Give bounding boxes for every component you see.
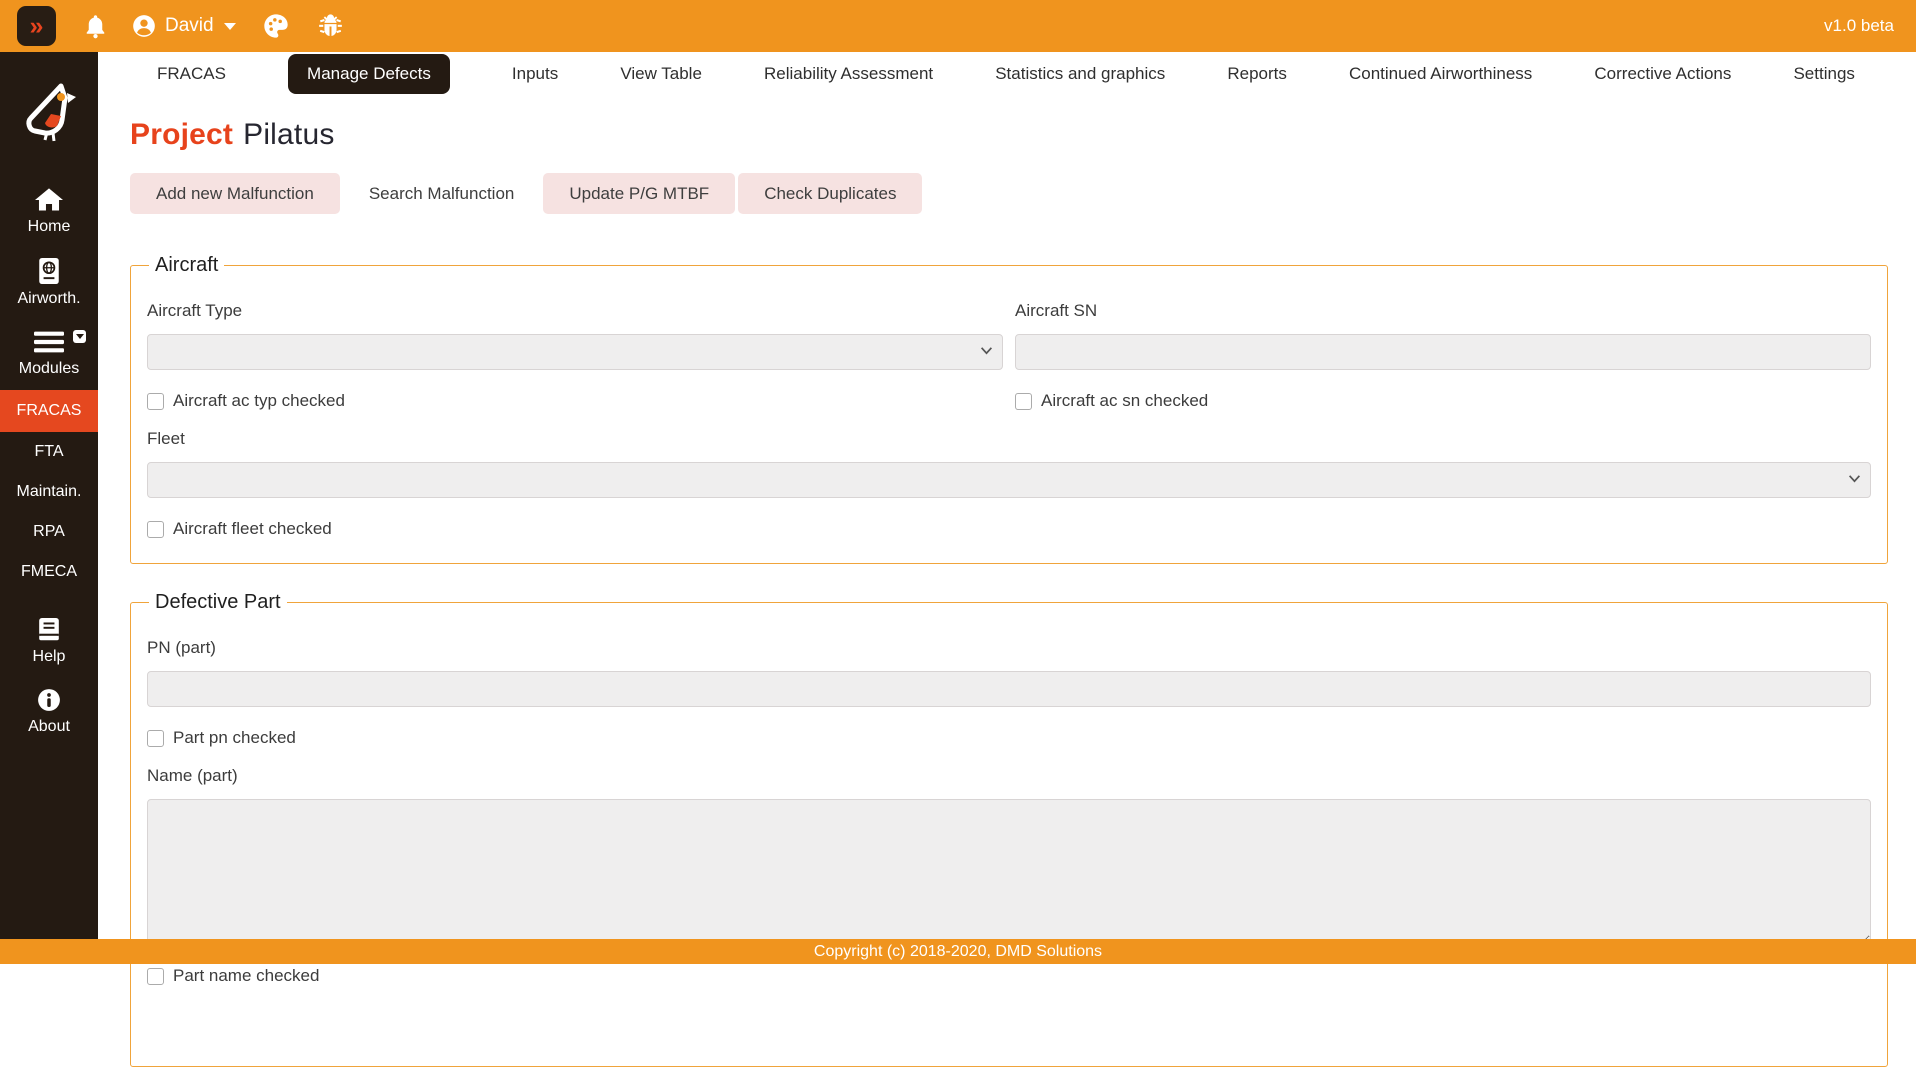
tab-update-pg-mtbf[interactable]: Update P/G MTBF	[543, 173, 735, 214]
sidebar-item-modules[interactable]: Modules	[0, 320, 98, 390]
part-pn-label: PN (part)	[147, 638, 1871, 658]
sidebar-item-label: FMECA	[21, 563, 77, 581]
app-logo[interactable]	[0, 52, 98, 178]
part-pn-checkbox-label: Part pn checked	[173, 728, 296, 748]
aircraft-fleet-checkbox-label: Aircraft fleet checked	[173, 519, 332, 539]
part-pn-checkbox[interactable]	[147, 730, 164, 747]
tab-search-malfunction[interactable]: Search Malfunction	[343, 173, 541, 214]
footer-copyright: Copyright (c) 2018-2020, DMD Solutions	[814, 943, 1102, 961]
page-title-prefix: Project	[130, 118, 233, 151]
sidebar: Home Airworth. Modules FRACAS	[0, 52, 98, 940]
sidebar-item-label: About	[28, 718, 70, 736]
nav-item-manage-defects[interactable]: Manage Defects	[288, 54, 450, 94]
nav-item-fracas[interactable]: FRACAS	[157, 64, 226, 84]
part-name-checkbox-label: Part name checked	[173, 966, 319, 986]
aircraft-type-field: Aircraft Type	[147, 283, 1003, 370]
page-title: Project Pilatus	[130, 118, 1888, 152]
top-bar: » David	[0, 0, 1916, 52]
nav-item-reports[interactable]: Reports	[1227, 64, 1287, 84]
nav-item-continued-airworthiness[interactable]: Continued Airworthiness	[1349, 64, 1532, 84]
fleet-select[interactable]	[147, 462, 1871, 498]
passport-icon	[38, 258, 60, 284]
user-avatar-icon	[131, 13, 157, 39]
fleet-field: Fleet	[147, 411, 1871, 498]
home-icon	[35, 188, 63, 212]
module-nav: FRACAS Manage Defects Inputs View Table …	[98, 52, 1916, 96]
defective-part-section: Defective Part PN (part) Part pn checked…	[130, 591, 1888, 1067]
part-pn-checked-row: Part pn checked	[147, 728, 1871, 748]
fleet-label: Fleet	[147, 429, 1871, 449]
user-menu[interactable]: David	[131, 13, 236, 39]
nav-item-corrective-actions[interactable]: Corrective Actions	[1594, 64, 1731, 84]
aircraft-type-checked-row: Aircraft ac typ checked	[147, 391, 1003, 411]
sidebar-item-airworthiness[interactable]: Airworth.	[0, 248, 98, 320]
debug-bug-icon[interactable]	[316, 12, 345, 41]
aircraft-type-label: Aircraft Type	[147, 301, 1003, 321]
info-icon	[37, 688, 61, 712]
nav-item-settings[interactable]: Settings	[1793, 64, 1854, 84]
nav-item-statistics-and-graphics[interactable]: Statistics and graphics	[995, 64, 1165, 84]
sidebar-item-label: Help	[33, 648, 66, 666]
aircraft-fleet-checkbox[interactable]	[147, 521, 164, 538]
aircraft-fleet-checked-row: Aircraft fleet checked	[147, 519, 1871, 539]
sidebar-item-fta[interactable]: FTA	[0, 432, 98, 472]
aircraft-type-checkbox-label: Aircraft ac typ checked	[173, 391, 345, 411]
part-name-field: Name (part)	[147, 766, 1871, 945]
menu-icon	[34, 330, 64, 354]
sidebar-item-fmeca[interactable]: FMECA	[0, 552, 98, 592]
part-name-textarea[interactable]	[147, 799, 1871, 945]
nav-item-reliability-assessment[interactable]: Reliability Assessment	[764, 64, 933, 84]
sidebar-item-label: FTA	[34, 443, 63, 461]
modules-expand-icon[interactable]	[73, 330, 86, 343]
aircraft-sn-checkbox-label: Aircraft ac sn checked	[1041, 391, 1208, 411]
aircraft-sn-checkbox[interactable]	[1015, 393, 1032, 410]
part-pn-field: PN (part)	[147, 638, 1871, 707]
aircraft-section: Aircraft Aircraft Type Aircraft SN Aircr…	[130, 254, 1888, 564]
chevron-down-icon	[224, 23, 236, 30]
aircraft-section-legend: Aircraft	[149, 254, 224, 277]
sidebar-item-about[interactable]: About	[0, 678, 98, 748]
aircraft-sn-input[interactable]	[1015, 334, 1871, 370]
sidebar-item-label: Airworth.	[17, 290, 80, 308]
sidebar-item-fracas[interactable]: FRACAS	[0, 390, 98, 432]
sidebar-item-home[interactable]: Home	[0, 178, 98, 248]
theme-palette-icon[interactable]	[262, 12, 290, 40]
aircraft-type-checkbox[interactable]	[147, 393, 164, 410]
aircraft-sn-field: Aircraft SN	[1015, 283, 1871, 370]
tab-add-new-malfunction[interactable]: Add new Malfunction	[130, 173, 340, 214]
sidebar-item-label: Modules	[19, 360, 79, 378]
sidebar-item-rpa[interactable]: RPA	[0, 512, 98, 552]
page-title-name: Pilatus	[243, 118, 334, 151]
part-name-label: Name (part)	[147, 766, 1871, 786]
footer: Copyright (c) 2018-2020, DMD Solutions	[0, 939, 1916, 964]
book-icon	[37, 618, 61, 642]
defective-part-section-legend: Defective Part	[149, 591, 287, 614]
sidebar-item-label: Maintain.	[17, 483, 82, 501]
sidebar-item-maintain[interactable]: Maintain.	[0, 472, 98, 512]
sidebar-item-label: FRACAS	[17, 402, 82, 420]
user-name: David	[165, 15, 214, 37]
main-content: Project Pilatus Add new Malfunction Searc…	[98, 96, 1916, 1067]
part-name-checked-row: Part name checked	[147, 966, 1871, 986]
part-pn-input[interactable]	[147, 671, 1871, 707]
app-version: v1.0 beta	[1824, 16, 1894, 36]
nav-item-view-table[interactable]: View Table	[620, 64, 702, 84]
aircraft-type-select[interactable]	[147, 334, 1003, 370]
tab-bar: Add new Malfunction Search Malfunction U…	[130, 173, 1888, 214]
sidebar-item-help[interactable]: Help	[0, 608, 98, 678]
sidebar-item-label: Home	[28, 218, 71, 236]
part-name-checkbox[interactable]	[147, 968, 164, 985]
sidebar-item-label: RPA	[33, 523, 65, 541]
notifications-bell-icon[interactable]	[82, 12, 109, 41]
aircraft-sn-label: Aircraft SN	[1015, 301, 1871, 321]
nav-item-inputs[interactable]: Inputs	[512, 64, 558, 84]
tab-check-duplicates[interactable]: Check Duplicates	[738, 173, 922, 214]
aircraft-sn-checked-row: Aircraft ac sn checked	[1015, 391, 1871, 411]
sidebar-collapse-button[interactable]: »	[17, 6, 56, 46]
